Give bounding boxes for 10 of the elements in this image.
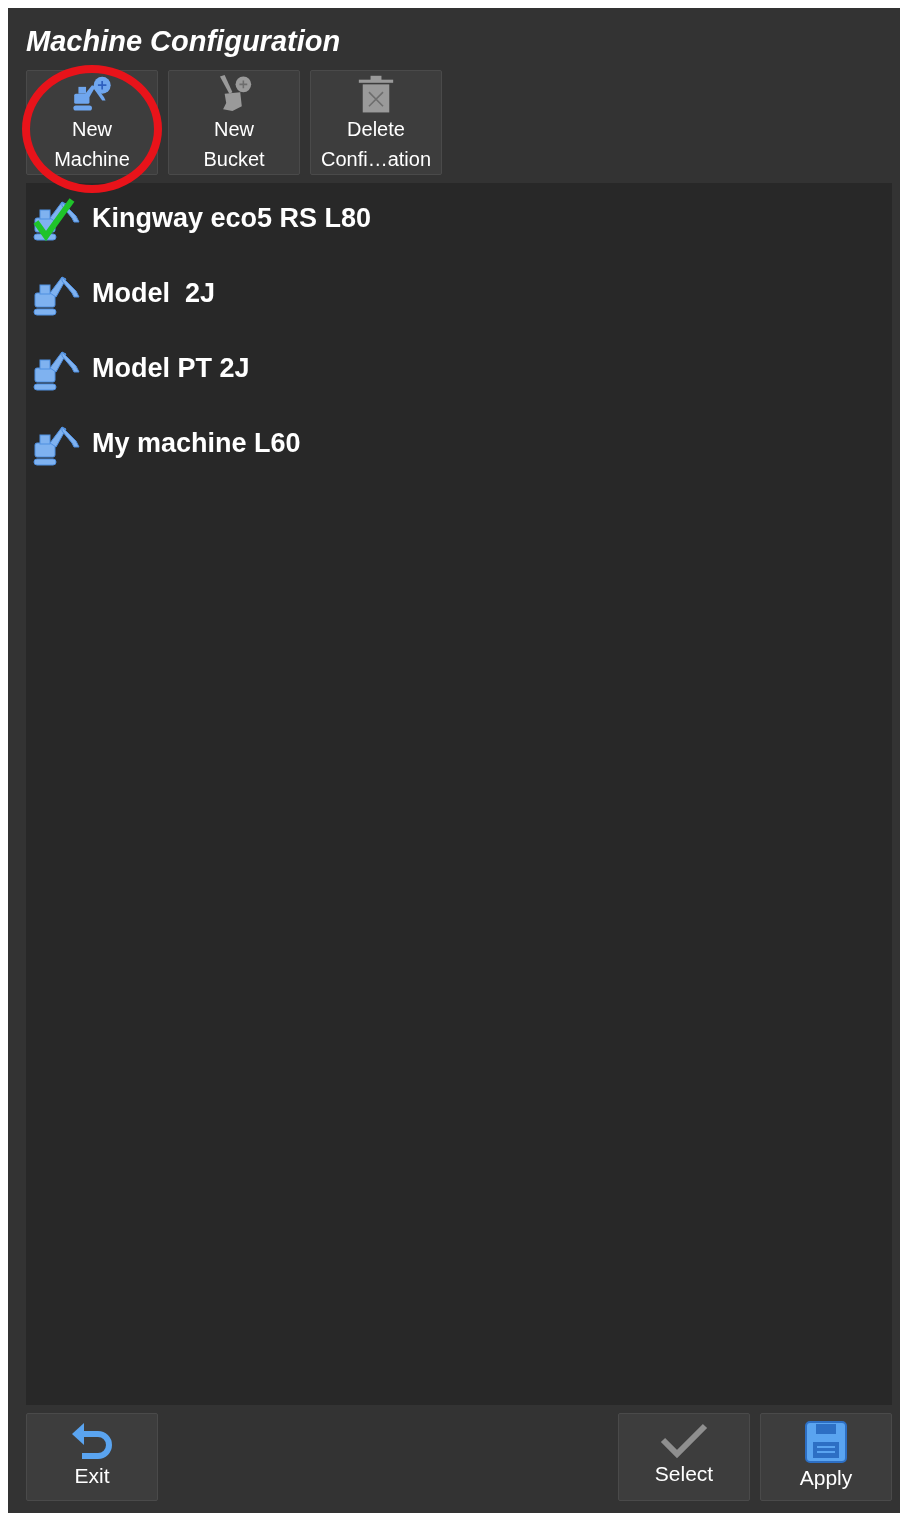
apply-button[interactable]: Apply xyxy=(760,1413,892,1501)
bucket-toolbar-button[interactable]: New Bucket xyxy=(168,70,300,175)
delete-toolbar-button[interactable]: Delete Confi…ation xyxy=(310,70,442,175)
select-button[interactable]: Select xyxy=(618,1413,750,1501)
page-title: Machine Configuration xyxy=(26,24,342,58)
machine-name[interactable]: Model PT 2J xyxy=(92,353,250,384)
exit-button[interactable]: Exit xyxy=(26,1413,158,1501)
machine-name[interactable]: Kingway eco5 RS L80 xyxy=(92,203,372,234)
machine-name[interactable]: My machine L60 xyxy=(92,428,301,459)
machine-name[interactable]: Model 2J xyxy=(92,278,216,309)
